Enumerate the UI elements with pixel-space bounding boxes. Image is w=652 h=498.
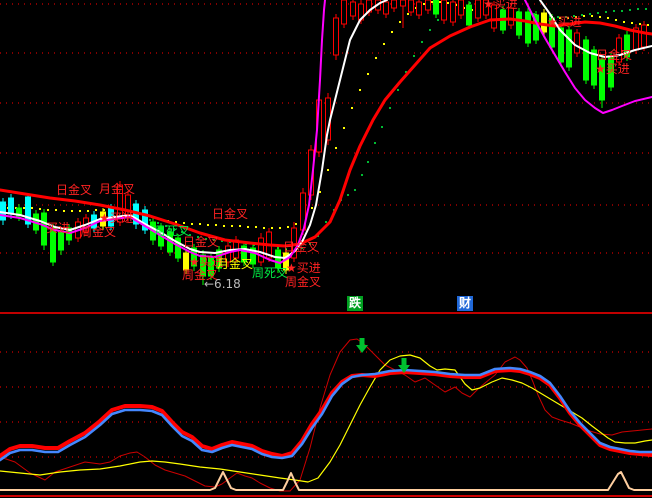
chart-canvas <box>0 0 652 498</box>
stock-chart-screen: 日金叉月金叉★买进买进周金叉日金叉月死叉日金叉★买进周金叉月金叉周死叉日金叉★买… <box>0 0 652 498</box>
candlestick-series <box>1 0 647 285</box>
green-dotted-ma <box>149 2 647 250</box>
indicator-lines <box>0 339 652 491</box>
